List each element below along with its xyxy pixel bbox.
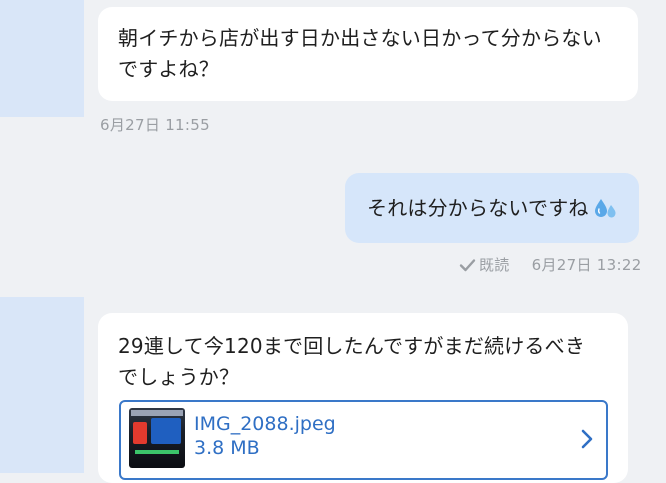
message-meta: 既読 6月27日 13:22	[459, 254, 642, 275]
message-text: それは分からないですね	[367, 196, 589, 220]
message-bubble-received: 朝イチから店が出す日か出さない日かって分からない ですよね？	[98, 7, 638, 101]
avatar[interactable]	[0, 297, 84, 473]
avatar[interactable]	[0, 0, 84, 117]
message-text: 29連して今120まで回したんですがまだ続けるべき でしょうか？	[118, 334, 586, 389]
image-thumbnail[interactable]	[129, 408, 185, 468]
message-bubble-sent: それは分からないですね	[345, 173, 639, 243]
message-text: 朝イチから店が出す日か出さない日かって分からない ですよね？	[118, 26, 602, 81]
chevron-right-icon[interactable]	[580, 428, 594, 450]
file-attachment[interactable]: IMG_2088.jpeg 3.8 MB	[119, 400, 608, 480]
message-timestamp: 6月27日 13:22	[531, 256, 642, 274]
message-timestamp: 6月27日 11:55	[100, 116, 210, 134]
attachment-file-size: 3.8 MB	[194, 437, 260, 459]
read-status: 既読	[479, 256, 510, 274]
attachment-file-name[interactable]: IMG_2088.jpeg	[194, 413, 336, 436]
check-icon	[459, 258, 476, 271]
sweat-droplets-icon	[594, 198, 616, 217]
